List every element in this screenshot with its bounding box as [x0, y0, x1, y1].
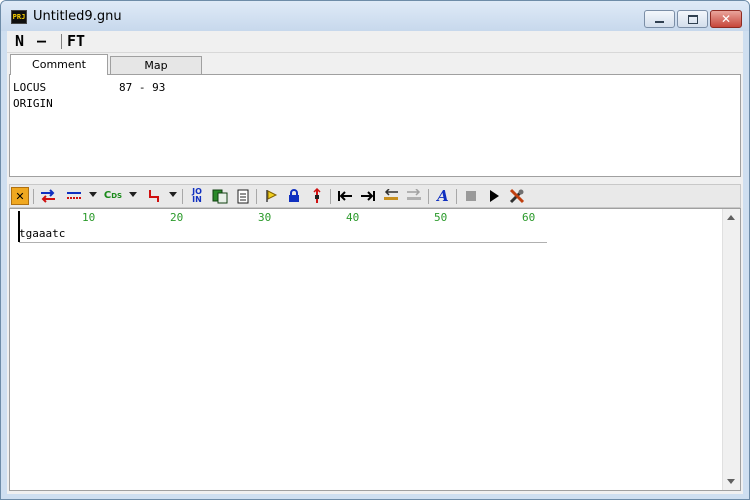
font-a-icon[interactable]: A	[434, 187, 452, 205]
swap-arrows-icon[interactable]	[39, 187, 57, 205]
ruler-label: 20	[170, 211, 184, 224]
sequence-underline	[19, 242, 547, 243]
toolbar-separator	[256, 189, 257, 204]
title-bar[interactable]: PRJ Untitled9.gnu ✕	[1, 1, 749, 31]
flag-icon[interactable]	[262, 187, 280, 205]
scroll-up-icon[interactable]	[727, 215, 735, 220]
restore-button[interactable]	[677, 10, 708, 28]
close-x-icon[interactable]: ✕	[11, 187, 29, 205]
go-end-icon[interactable]	[359, 187, 377, 205]
project-app-icon: PRJ	[11, 10, 27, 24]
dashed-line-dropdown-icon[interactable]	[89, 192, 97, 197]
document-icon[interactable]	[234, 187, 252, 205]
tab-comment[interactable]: Comment	[10, 54, 108, 75]
menu-item-n[interactable]: N	[15, 32, 24, 50]
marker-icon[interactable]	[308, 187, 326, 205]
menu-separator	[61, 34, 62, 49]
shift-right-icon[interactable]	[405, 187, 423, 205]
menu-bar: N — FT	[7, 31, 743, 53]
sequence-view[interactable]: 10 20 30 40 50 60 tgaaatc	[9, 208, 741, 491]
toolbar-separator	[330, 189, 331, 204]
dashed-line-icon[interactable]	[65, 187, 83, 205]
close-button[interactable]: ✕	[710, 10, 742, 28]
angle-arrow-icon[interactable]	[145, 187, 163, 205]
lock-icon[interactable]	[285, 187, 303, 205]
minimize-icon	[655, 21, 664, 23]
join-icon[interactable]: JO IN	[188, 187, 206, 205]
tab-map[interactable]: Map	[110, 56, 202, 74]
restore-icon	[687, 14, 698, 24]
toolbar-separator	[33, 189, 34, 204]
toolbar-separator	[428, 189, 429, 204]
ruler-label: 10	[82, 211, 96, 224]
toolbar-separator	[182, 189, 183, 204]
comment-text-area[interactable]: LOCUS 87 - 93 ORIGIN	[9, 74, 741, 177]
menu-item-ft[interactable]: FT	[67, 32, 85, 50]
sequence-text[interactable]: tgaaatc	[19, 227, 65, 240]
comment-line-origin: ORIGIN	[13, 97, 53, 110]
cds-icon[interactable]: C DS	[104, 187, 122, 205]
copy-paste-icon[interactable]	[211, 187, 229, 205]
tools-icon[interactable]	[508, 187, 526, 205]
app-window: PRJ Untitled9.gnu ✕ N — FT Comment Map L…	[0, 0, 750, 500]
ruler-label: 60	[522, 211, 536, 224]
play-icon[interactable]	[485, 187, 503, 205]
menu-item-dash[interactable]: —	[37, 32, 46, 50]
tab-strip: Comment Map	[7, 54, 743, 75]
scroll-down-icon[interactable]	[727, 479, 735, 484]
close-icon: ✕	[720, 12, 732, 26]
ruler-label: 40	[346, 211, 360, 224]
angle-arrow-dropdown-icon[interactable]	[169, 192, 177, 197]
client-area: N — FT Comment Map LOCUS 87 - 93 ORIGIN …	[7, 31, 743, 494]
window-title: Untitled9.gnu	[33, 9, 122, 24]
go-start-icon[interactable]	[336, 187, 354, 205]
cds-dropdown-icon[interactable]	[129, 192, 137, 197]
sequence-toolbar: ✕ C DS JO IN A	[9, 184, 741, 208]
toolbar-separator	[456, 189, 457, 204]
shift-left-icon[interactable]	[382, 187, 400, 205]
stop-icon[interactable]	[462, 187, 480, 205]
ruler-label: 50	[434, 211, 448, 224]
vertical-scrollbar[interactable]	[722, 209, 740, 490]
minimize-button[interactable]	[644, 10, 675, 28]
ruler-label: 30	[258, 211, 272, 224]
comment-line-locus: LOCUS 87 - 93	[13, 81, 166, 94]
